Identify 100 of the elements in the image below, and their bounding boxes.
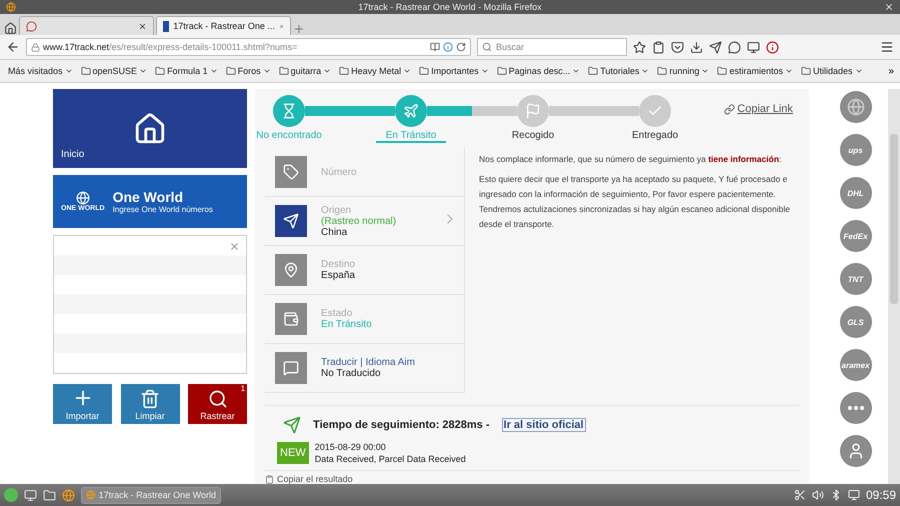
close-icon[interactable]	[138, 22, 147, 30]
send-icon[interactable]	[709, 40, 722, 54]
event-description: Data Received, Parcel Data Received	[314, 454, 466, 464]
airplane-icon	[403, 103, 420, 119]
bookmark-folder[interactable]: Heavy Metal	[339, 66, 412, 76]
chat-icon[interactable]	[728, 40, 741, 54]
window-title: 17track - Rastrear One World - Mozilla Firefox	[357, 2, 543, 12]
bookmark-folder[interactable]: running	[657, 66, 710, 76]
more-icon	[848, 406, 864, 410]
download-icon[interactable]	[690, 40, 703, 54]
address-field[interactable]: www.17track.net/es/result/express-details-100011.shtml?nums=	[26, 38, 471, 56]
info-value: España	[321, 270, 355, 281]
folder-icon	[800, 66, 811, 76]
start-button[interactable]	[4, 488, 18, 502]
user-button[interactable]	[840, 435, 872, 467]
more-bookmarks-button[interactable]: »	[888, 66, 894, 76]
reload-icon[interactable]	[456, 42, 466, 52]
info-label: Número	[321, 166, 357, 178]
bookmark-folder[interactable]: guitarra	[278, 66, 332, 76]
bookmark-folder[interactable]: Más visitados	[6, 66, 73, 76]
info-row[interactable]: Origen (Rastreo normal) China	[265, 197, 464, 246]
search-field[interactable]: Buscar	[477, 38, 627, 56]
info-label: Origen	[321, 204, 352, 216]
close-icon[interactable]	[884, 2, 894, 12]
caret-icon	[210, 67, 218, 75]
copy-icon	[265, 474, 274, 484]
home-tile[interactable]: Inicio	[53, 89, 248, 168]
sidebar-action-button[interactable]: Importar	[53, 384, 112, 424]
bookmark-folder[interactable]: estiramientos	[717, 66, 793, 76]
message-paragraph: Esto quiere decir que el transporte ya ha aceptado su paquete, Y fué procesado e ingresado con la información de seguimiento, Por favor espere pacientemente. Tendremos actulizaciones sincronizadas si hay algún escaneo adicional disponible desde el transporte.	[479, 173, 791, 231]
speech-bubble-icon	[283, 360, 300, 376]
scissors-icon[interactable]	[794, 489, 806, 501]
caret-icon	[323, 67, 332, 75]
caret-icon	[403, 67, 412, 75]
carrier-subtitle: Ingrese One World números	[112, 205, 213, 214]
caret-icon	[480, 67, 489, 75]
bookmark-folder[interactable]: openSUSE	[80, 66, 148, 76]
bookmark-folder[interactable]: Utilidades	[800, 66, 862, 76]
step-label[interactable]: Entregado	[620, 130, 690, 141]
bookmark-folder[interactable]: Tutoriales	[588, 66, 650, 76]
new-tab-icon[interactable]	[293, 23, 305, 35]
folder-icon	[339, 66, 350, 76]
site-icon	[163, 20, 170, 32]
menu-icon[interactable]	[880, 40, 894, 54]
tracking-number-input[interactable]	[53, 235, 248, 374]
tracking-time: Tiempo de seguimiento: 2828ms -	[313, 419, 490, 431]
translate-link[interactable]: Traducir | Idioma Aim	[321, 357, 415, 368]
info-value: No Traducido	[321, 368, 382, 379]
info-value: En Tránsito	[321, 319, 372, 330]
bookmark-folder[interactable]: Paginas desc...	[496, 66, 580, 76]
desktop-icon[interactable]	[24, 488, 37, 502]
home-icon[interactable]	[4, 22, 17, 35]
folder-icon	[419, 66, 430, 76]
search-icon	[482, 42, 492, 52]
volume-icon[interactable]	[812, 489, 824, 501]
folder-icon	[278, 66, 289, 76]
folder-icon[interactable]	[43, 488, 56, 502]
step-label[interactable]: Recogido	[498, 130, 568, 141]
bookmark-folder[interactable]: Foros	[226, 66, 271, 76]
caret-icon	[64, 67, 73, 75]
sidebar-action-button[interactable]: Limpiar	[120, 384, 180, 424]
official-site-link[interactable]: Ir al sitio oficial	[502, 418, 586, 432]
scroll-thumb[interactable]	[890, 134, 898, 304]
scrollbar[interactable]	[888, 89, 900, 484]
seal-button[interactable]	[840, 91, 872, 123]
folder-icon	[717, 66, 728, 76]
reader-icon	[430, 42, 440, 52]
browser-tab[interactable]: 17track - Rastrear One ...	[156, 16, 291, 35]
clipboard-icon[interactable]	[652, 40, 665, 54]
tag-icon	[283, 164, 300, 180]
paper-plane-icon	[283, 213, 300, 229]
back-icon[interactable]	[6, 40, 20, 54]
caret-icon	[784, 67, 793, 75]
info-icon	[443, 42, 453, 52]
caret-icon	[701, 67, 710, 75]
info-label: Estado	[321, 308, 354, 319]
hourglass-icon	[281, 103, 298, 119]
caret-icon	[641, 67, 650, 75]
link-icon	[724, 104, 736, 114]
flag-icon	[525, 103, 542, 119]
copy-link[interactable]: Copiar Link	[724, 103, 793, 115]
folder-icon	[226, 66, 236, 76]
bookmark-folder[interactable]: Formula 1	[155, 66, 218, 76]
caret-icon	[262, 67, 271, 75]
sidebar-action-button[interactable]: Rastrear 1	[188, 384, 248, 424]
clear-icon[interactable]	[229, 241, 240, 252]
wallet-icon	[283, 311, 300, 327]
new-badge: NEW	[277, 442, 309, 464]
paper-plane-icon	[283, 416, 302, 434]
globe-icon	[76, 191, 90, 205]
star-icon[interactable]	[633, 40, 646, 54]
message-paragraph: Nos complace informarle, que su número de seguimiento ya tiene información:	[479, 153, 782, 166]
pocket-icon[interactable]	[671, 40, 684, 54]
more-button[interactable]	[840, 392, 872, 424]
bookmark-folder[interactable]: Importantes	[419, 66, 489, 76]
caret-icon	[572, 67, 580, 75]
lock-icon	[31, 42, 40, 52]
carrier-title: One World	[112, 189, 184, 205]
event-date: 2015-08-29 00:00	[314, 442, 387, 452]
home-label: Inicio	[61, 149, 84, 160]
